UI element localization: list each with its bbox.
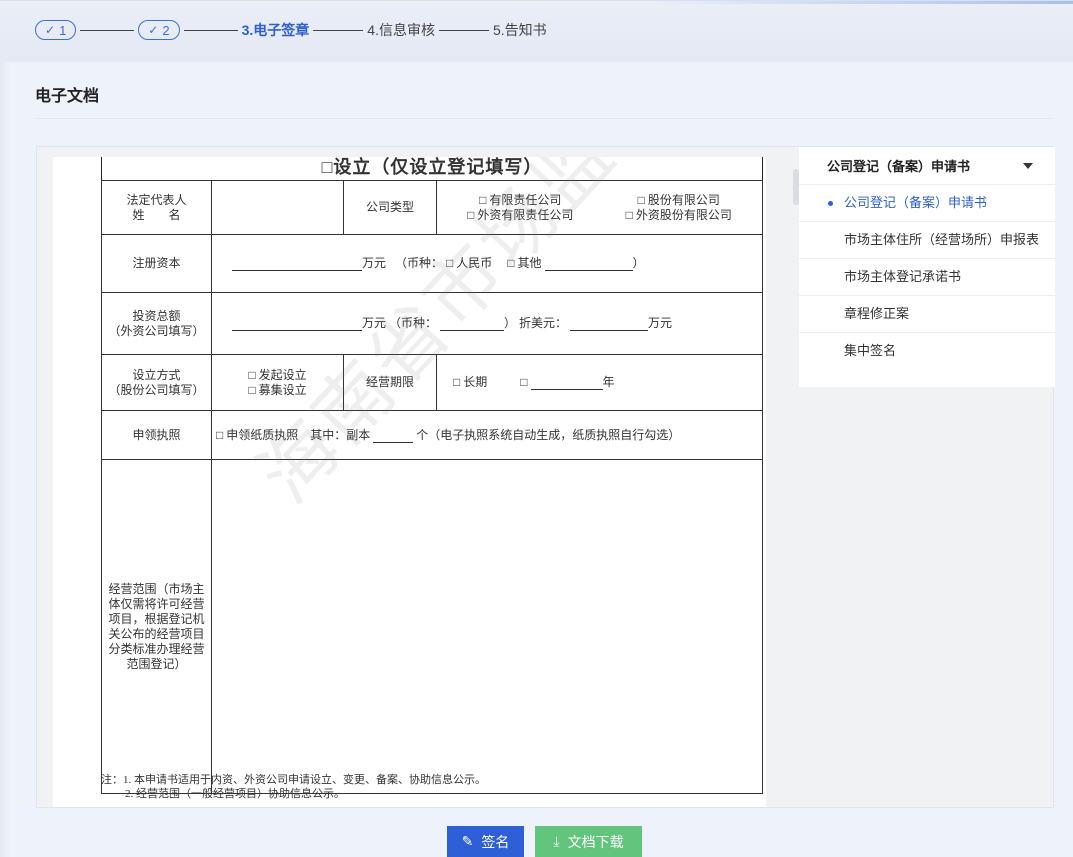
reg-capital-label: 注册资本 xyxy=(101,234,212,293)
document-list-item[interactable]: 市场主体住所（经营场所）申报表 xyxy=(799,222,1055,259)
company-type-option: □ 股份有限公司 xyxy=(637,192,720,207)
checkmark-icon: ✓ xyxy=(148,23,159,37)
page-edge xyxy=(0,62,10,857)
document-select-label: 公司登记（备案）申请书 xyxy=(827,159,971,174)
term-label: 经营期限 xyxy=(343,354,437,411)
sign-button[interactable]: ✎ 签名 xyxy=(447,826,524,857)
page-title: 电子文档 xyxy=(35,88,100,105)
step-connector xyxy=(438,29,489,31)
document-list-item[interactable]: 集中签名 xyxy=(799,333,1055,369)
company-type-label: 公司类型 xyxy=(343,180,437,235)
setup-method-options: □ 发起设立 □ 募集设立 xyxy=(211,354,344,411)
document-preview[interactable]: □设立（仅设立登记填写） 法定代表人 姓 名 公司类型 □ 有限责任公司 □ 股… xyxy=(53,157,766,807)
step-connector xyxy=(183,29,238,31)
download-icon: ⤓ xyxy=(553,833,560,849)
document-list-item[interactable]: 章程修正案 xyxy=(799,296,1055,333)
document-list-item[interactable]: 市场主体登记承诺书 xyxy=(799,259,1055,296)
company-type-option: □ 有限责任公司 xyxy=(479,192,562,207)
setup-method-label: 设立方式 （股份公司填写） xyxy=(101,354,212,411)
bullet-icon xyxy=(828,201,833,206)
term-value: □ 长期 □ 年 xyxy=(436,354,763,411)
company-type-option: □ 外资有限责任公司 xyxy=(467,207,574,222)
reg-capital-value: 万元 （币种： □ 人民币 □ 其他 ） xyxy=(211,234,763,293)
company-type-option: □ 外资股份有限公司 xyxy=(625,207,732,222)
invest-value: 万元 （币种： ） 折美元： 万元 xyxy=(211,292,763,355)
step-connector xyxy=(80,29,135,31)
legal-rep-value xyxy=(211,180,344,235)
document-select-header[interactable]: 公司登记（备案）申请书 xyxy=(799,147,1055,185)
divider xyxy=(35,118,1053,119)
step-progress: ✓ 1 ✓ 2 3.电子签章 4.信息审核 5.告知书 xyxy=(35,19,547,41)
license-label: 申领执照 xyxy=(101,410,212,460)
step-2-number: 2 xyxy=(162,22,170,38)
step-4: 4.信息审核 xyxy=(367,22,435,38)
download-button-label: 文档下载 xyxy=(567,833,624,850)
caret-down-icon xyxy=(1023,162,1033,169)
document-list-item[interactable]: 公司登记（备案）申请书 xyxy=(799,185,1055,222)
sign-button-label: 签名 xyxy=(481,833,510,850)
company-type-options: □ 有限责任公司 □ 股份有限公司 □ 外资有限责任公司 □ 外资股份有限公司 xyxy=(436,180,763,235)
step-bar: ✓ 1 ✓ 2 3.电子签章 4.信息审核 5.告知书 xyxy=(0,0,1073,62)
invest-label: 投资总额 （外资公司填写） xyxy=(101,292,212,355)
business-scope-value xyxy=(211,459,763,794)
form-notes: 注：1. 本申请书适用于内资、外资公司申请设立、变更、备案、协助信息公示。 2.… xyxy=(101,774,486,800)
download-button[interactable]: ⤓ 文档下载 xyxy=(535,826,642,857)
step-2-done[interactable]: ✓ 2 xyxy=(138,20,180,40)
checkmark-icon: ✓ xyxy=(45,23,56,37)
step-1-number: 1 xyxy=(59,22,67,38)
form-heading: □设立（仅设立登记填写） xyxy=(101,157,763,181)
step-5: 5.告知书 xyxy=(492,22,547,38)
legal-rep-label: 法定代表人 姓 名 xyxy=(101,180,212,235)
step-1-done[interactable]: ✓ 1 xyxy=(35,20,77,40)
step-connector xyxy=(313,29,364,31)
business-scope-label: 经营范围（市场主体仅需将许可经营项目，根据登记机关公布的经营项目分类标准办理经营… xyxy=(101,459,212,794)
document-panel: □设立（仅设立登记填写） 法定代表人 姓 名 公司类型 □ 有限责任公司 □ 股… xyxy=(36,146,1055,808)
license-value: □ 申领纸质执照 其中：副本 个（电子执照系统自动生成，纸质执照自行勾选） xyxy=(211,410,763,460)
pen-icon: ✎ xyxy=(461,833,474,849)
document-list: 公司登记（备案）申请书 公司登记（备案）申请书 市场主体住所（经营场所）申报表 … xyxy=(799,147,1055,387)
step-3-current: 3.电子签章 xyxy=(241,22,310,38)
application-form-table: □设立（仅设立登记填写） 法定代表人 姓 名 公司类型 □ 有限责任公司 □ 股… xyxy=(101,157,763,794)
